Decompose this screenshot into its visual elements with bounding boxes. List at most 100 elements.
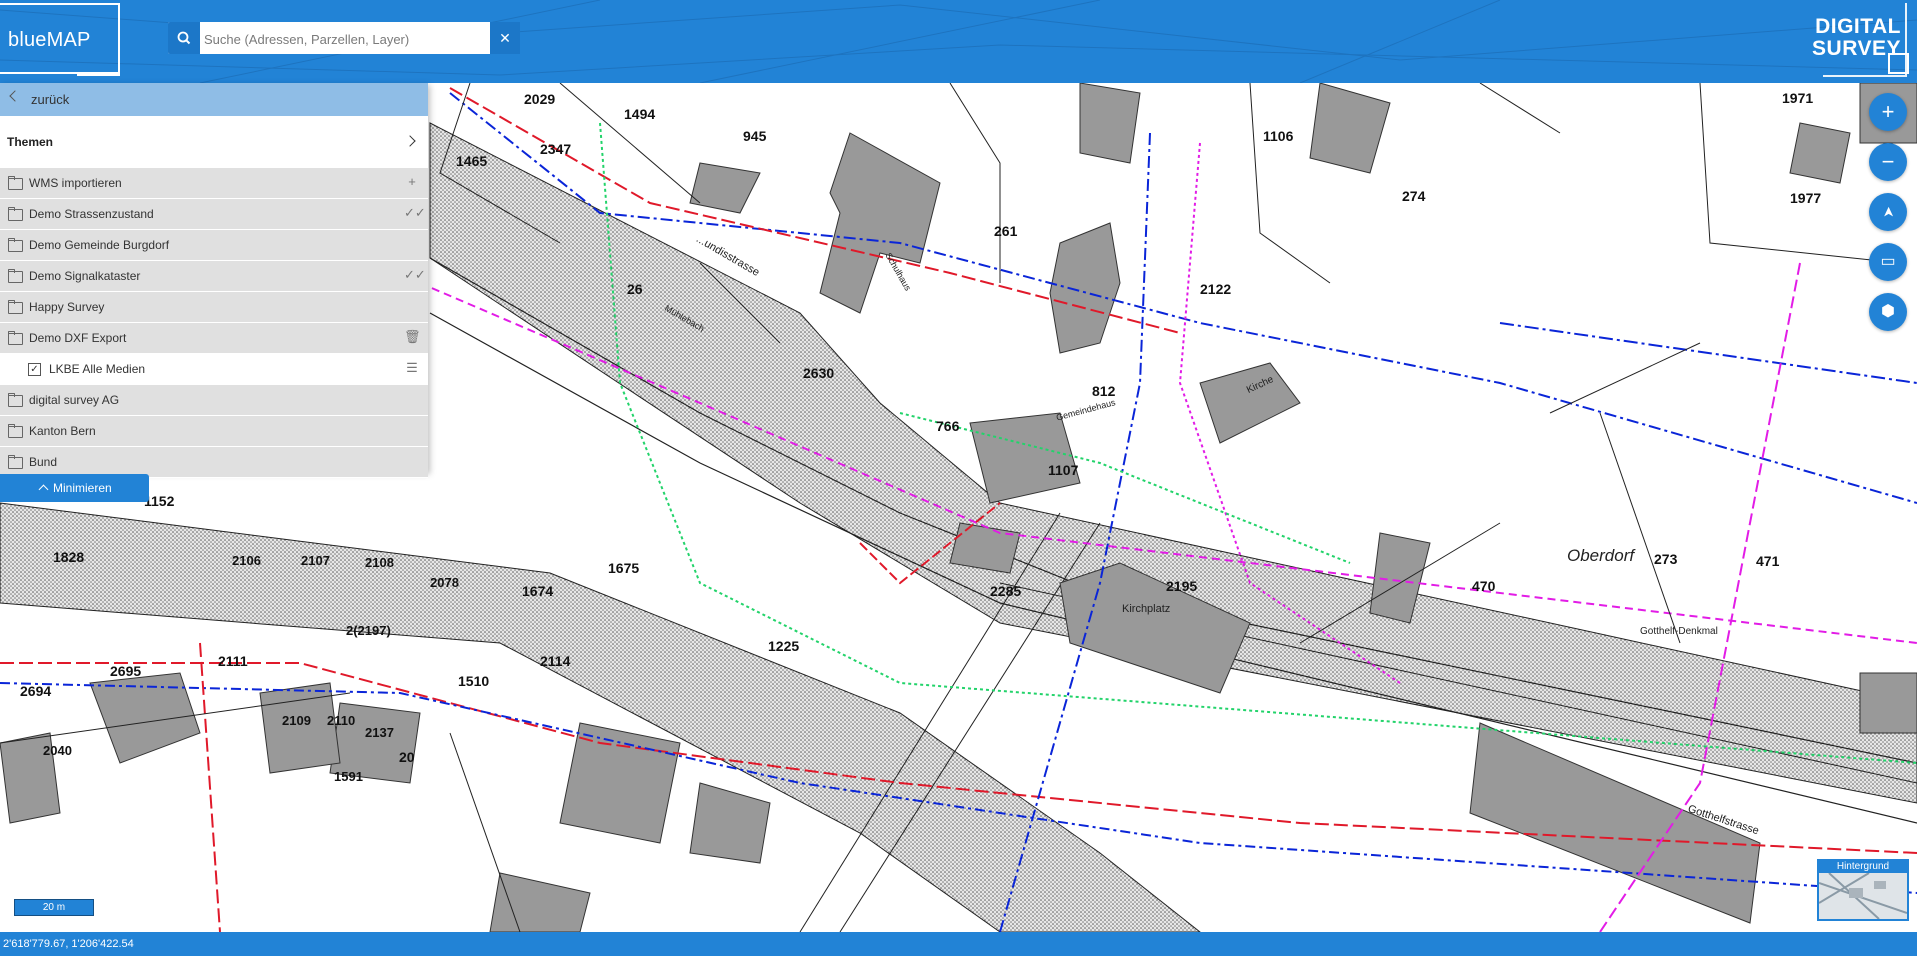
parcel-label: 274: [1402, 188, 1426, 204]
chevron-left-icon: [9, 90, 21, 102]
parcel-label: 2107: [301, 553, 330, 568]
layer-item-label: digital survey AG: [29, 393, 120, 407]
parcel-label: 261: [994, 223, 1018, 239]
parcel-label: 2078: [430, 575, 459, 590]
navigation-arrow-icon: ➤: [1879, 206, 1896, 218]
parcel-label: 2109: [282, 713, 311, 728]
minimize-label: Minimieren: [53, 481, 112, 495]
header-bar: blueMAP ✕ DIGITAL SURVEY: [0, 0, 1917, 83]
minimize-button[interactable]: Minimieren: [0, 474, 149, 502]
parcel-label: 2(2197): [346, 623, 391, 638]
layer-item-label: Kanton Bern: [29, 424, 96, 438]
parcel-label: 2114: [540, 653, 571, 669]
layer-item-label: WMS importieren: [29, 176, 122, 190]
logo-text: blueMAP: [8, 29, 91, 51]
place-label: Kirchplatz: [1122, 603, 1171, 615]
chevron-up-icon: [38, 484, 49, 495]
layer-item-label: Happy Survey: [29, 300, 105, 314]
parcel-label: 2137: [365, 725, 394, 740]
place-label: Gotthelf-Denkmal: [1640, 626, 1718, 637]
folder-icon: [7, 268, 23, 283]
folder-icon: [7, 175, 23, 190]
minus-icon: −: [1881, 149, 1895, 174]
layer-item[interactable]: ✓ LKBE Alle Medien ☰: [0, 354, 428, 385]
layer-item[interactable]: Kanton Bern: [0, 416, 428, 447]
layer-item-label: Demo Gemeinde Burgdorf: [29, 238, 170, 252]
layer-item-label: Demo Signalkataster: [29, 269, 141, 283]
parcel-label: 766: [936, 418, 960, 434]
list-icon[interactable]: ☰: [404, 360, 420, 376]
themes-header[interactable]: Themen: [0, 116, 428, 168]
parcel-label: 2111: [218, 653, 248, 669]
layer-item[interactable]: Happy Survey: [0, 292, 428, 323]
parcel-label: 2040: [43, 743, 72, 758]
parcel-label: 1977: [1790, 190, 1822, 206]
parcel-label: 1591: [334, 769, 363, 784]
parcel-label: 2347: [540, 141, 572, 157]
parcel-label: 2122: [1200, 281, 1232, 297]
back-button[interactable]: zurück: [0, 83, 428, 116]
plus-icon: +: [1881, 99, 1895, 124]
parcel-label: 1107: [1048, 462, 1079, 478]
close-icon: ✕: [499, 30, 511, 46]
parcel-label: 2108: [365, 555, 394, 570]
parcel-label: 2695: [110, 663, 142, 679]
coordinate-readout: 2'618'779.67, 1'206'422.54: [3, 938, 134, 950]
layer-item-label: LKBE Alle Medien: [49, 362, 146, 376]
3d-box-button[interactable]: ⬢: [1869, 293, 1907, 331]
layer-item-label: Demo Strassenzustand: [29, 207, 154, 221]
parcel-label: 273: [1654, 551, 1678, 567]
place-label: Oberdorf: [1567, 546, 1635, 565]
locate-button[interactable]: ➤: [1869, 193, 1907, 231]
zoom-out-button[interactable]: −: [1869, 143, 1907, 181]
layer-item[interactable]: WMS importieren +: [0, 168, 428, 199]
folder-icon: [7, 330, 23, 345]
background-thumbnail: [1819, 873, 1907, 919]
checkbox-icon[interactable]: ✓: [28, 363, 41, 376]
monitor-icon: ▭: [1880, 253, 1896, 270]
parcel-label: 2694: [20, 683, 52, 699]
parcel-label: 20: [399, 749, 415, 765]
folder-icon: [7, 237, 23, 252]
parcel-label: 1465: [456, 153, 488, 169]
folder-icon: [7, 299, 23, 314]
layer-item[interactable]: Demo DXF Export 🗑: [0, 323, 428, 354]
parcel-label: 2110: [327, 713, 356, 728]
footer-bar: 2'618'779.67, 1'206'422.54: [0, 932, 1917, 956]
double-check-icon[interactable]: ✓✓: [404, 267, 426, 283]
search-bar: ✕: [168, 22, 520, 54]
folder-icon: [7, 454, 23, 469]
layer-item[interactable]: Demo Signalkataster ✓✓: [0, 261, 428, 292]
parcel-label: 1971: [1782, 90, 1814, 106]
screen-button[interactable]: ▭: [1869, 243, 1907, 281]
parcel-label: 1225: [768, 638, 800, 654]
chevron-right-icon: [404, 135, 416, 147]
back-label: zurück: [31, 92, 70, 107]
cube-icon: ⬢: [1881, 303, 1895, 320]
background-label: Hintergrund: [1819, 861, 1907, 873]
plus-icon[interactable]: +: [404, 174, 420, 190]
parcel-label: 2285: [990, 583, 1022, 599]
parcel-label: 2106: [232, 553, 261, 568]
parcel-label: 2029: [524, 91, 556, 107]
layer-item[interactable]: Demo Gemeinde Burgdorf: [0, 230, 428, 261]
layer-item[interactable]: Demo Strassenzustand ✓✓: [0, 199, 428, 230]
parcel-label: 471: [1756, 553, 1780, 569]
parcel-label: 1675: [608, 560, 640, 576]
folder-icon: [7, 423, 23, 438]
zoom-in-button[interactable]: +: [1869, 93, 1907, 131]
background-switcher[interactable]: Hintergrund: [1817, 859, 1909, 921]
parcel-label: 1674: [522, 583, 554, 599]
folder-icon: [7, 206, 23, 221]
search-input[interactable]: [202, 24, 486, 54]
parcel-label: 945: [743, 128, 767, 144]
parcel-label: 1494: [624, 106, 656, 122]
clear-search-button[interactable]: ✕: [490, 22, 520, 54]
bluemap-logo[interactable]: blueMAP: [0, 3, 120, 76]
layer-item-label: Demo DXF Export: [29, 331, 127, 345]
trash-icon[interactable]: 🗑: [404, 329, 421, 345]
double-check-icon[interactable]: ✓✓: [404, 205, 426, 221]
search-button[interactable]: [168, 22, 200, 54]
layer-panel: zurück Themen WMS importieren + Demo Stras…: [0, 83, 428, 478]
layer-item[interactable]: digital survey AG: [0, 385, 428, 416]
